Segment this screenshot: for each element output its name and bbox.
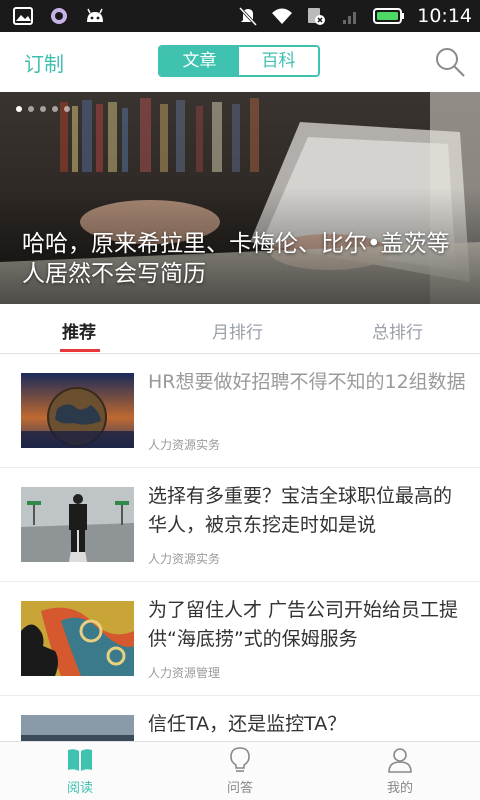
article-category: 人力资源实务 [148,552,221,566]
carousel-dot[interactable] [28,106,34,112]
sim-error-icon [308,8,326,25]
article-category: 人力资源实务 [148,438,221,452]
carousel-dot[interactable] [52,106,58,112]
nav-qa-label: 问答 [226,781,253,796]
tab-overall-ranking[interactable]: 总排行 [372,318,423,343]
mute-icon [239,6,258,26]
article-thumbnail [21,373,134,448]
search-icon[interactable] [434,46,466,78]
nav-me-label: 我的 [386,781,413,796]
person-icon [388,748,412,773]
article-thumbnail [21,487,134,562]
nav-me[interactable]: 我的 [360,746,440,796]
article-item[interactable]: 为了留住人才 广告公司开始给员工提供“海底捞”式的保姆服务 人力资源管理 [0,582,480,696]
tab-monthly-ranking[interactable]: 月排行 [212,318,263,343]
clock: 10:14 [417,5,472,27]
carousel-dot[interactable] [16,106,22,112]
article-title: 选择有多重要？宝洁全球职位最高的华人，被京东挖走时如是说 [148,485,453,536]
article-title: 为了留住人才 广告公司开始给员工提供“海底捞”式的保姆服务 [148,599,459,650]
book-icon [68,749,92,771]
signal-icon [343,12,357,24]
featured-banner[interactable]: 哈哈，原来希拉里、卡梅伦、比尔•盖茨等人居然不会写简历 [0,92,480,304]
article-item[interactable]: HR想要做好招聘不得不知的12组数据 人力资源实务 [0,354,480,468]
carousel-dot[interactable] [40,106,46,112]
article-category: 人力资源管理 [148,666,221,680]
ranking-tabs: 推荐 月排行 总排行 [0,304,480,354]
android-icon [87,8,103,22]
subscribe-button[interactable]: 订制 [24,48,64,77]
article-title: 信任TA，还是监控TA？ [148,713,347,735]
battery-icon [373,8,405,24]
app-header: 订制 文章 百科 [0,32,480,92]
tab-recommended[interactable]: 推荐 [62,318,96,343]
carousel-indicator [16,106,70,112]
banner-title: 哈哈，原来希拉里、卡梅伦、比尔•盖茨等人居然不会写简历 [22,231,450,287]
segment-articles[interactable]: 文章 [160,47,239,75]
active-tab-indicator [60,349,100,352]
status-bar: 10:14 [0,0,480,32]
article-item[interactable]: 选择有多重要？宝洁全球职位最高的华人，被京东挖走时如是说 人力资源实务 [0,468,480,582]
nav-read-label: 阅读 [66,781,93,796]
article-list: HR想要做好招聘不得不知的12组数据 人力资源实务 选择有多重要？宝洁全球职位最… [0,354,480,790]
wifi-icon [272,8,293,24]
app-notification-icon [51,8,67,24]
gallery-notification-icon [13,7,33,25]
nav-read[interactable]: 阅读 [40,746,120,796]
segment-encyclopedia[interactable]: 百科 [239,47,318,75]
article-thumbnail [21,601,134,676]
nav-qa[interactable]: 问答 [200,746,280,796]
carousel-dot[interactable] [64,106,70,112]
bottom-navigation: 阅读 问答 我的 [0,741,480,800]
article-title: HR想要做好招聘不得不知的12组数据 [148,371,466,393]
lightbulb-icon [230,747,250,772]
content-type-switch: 文章 百科 [158,45,320,77]
